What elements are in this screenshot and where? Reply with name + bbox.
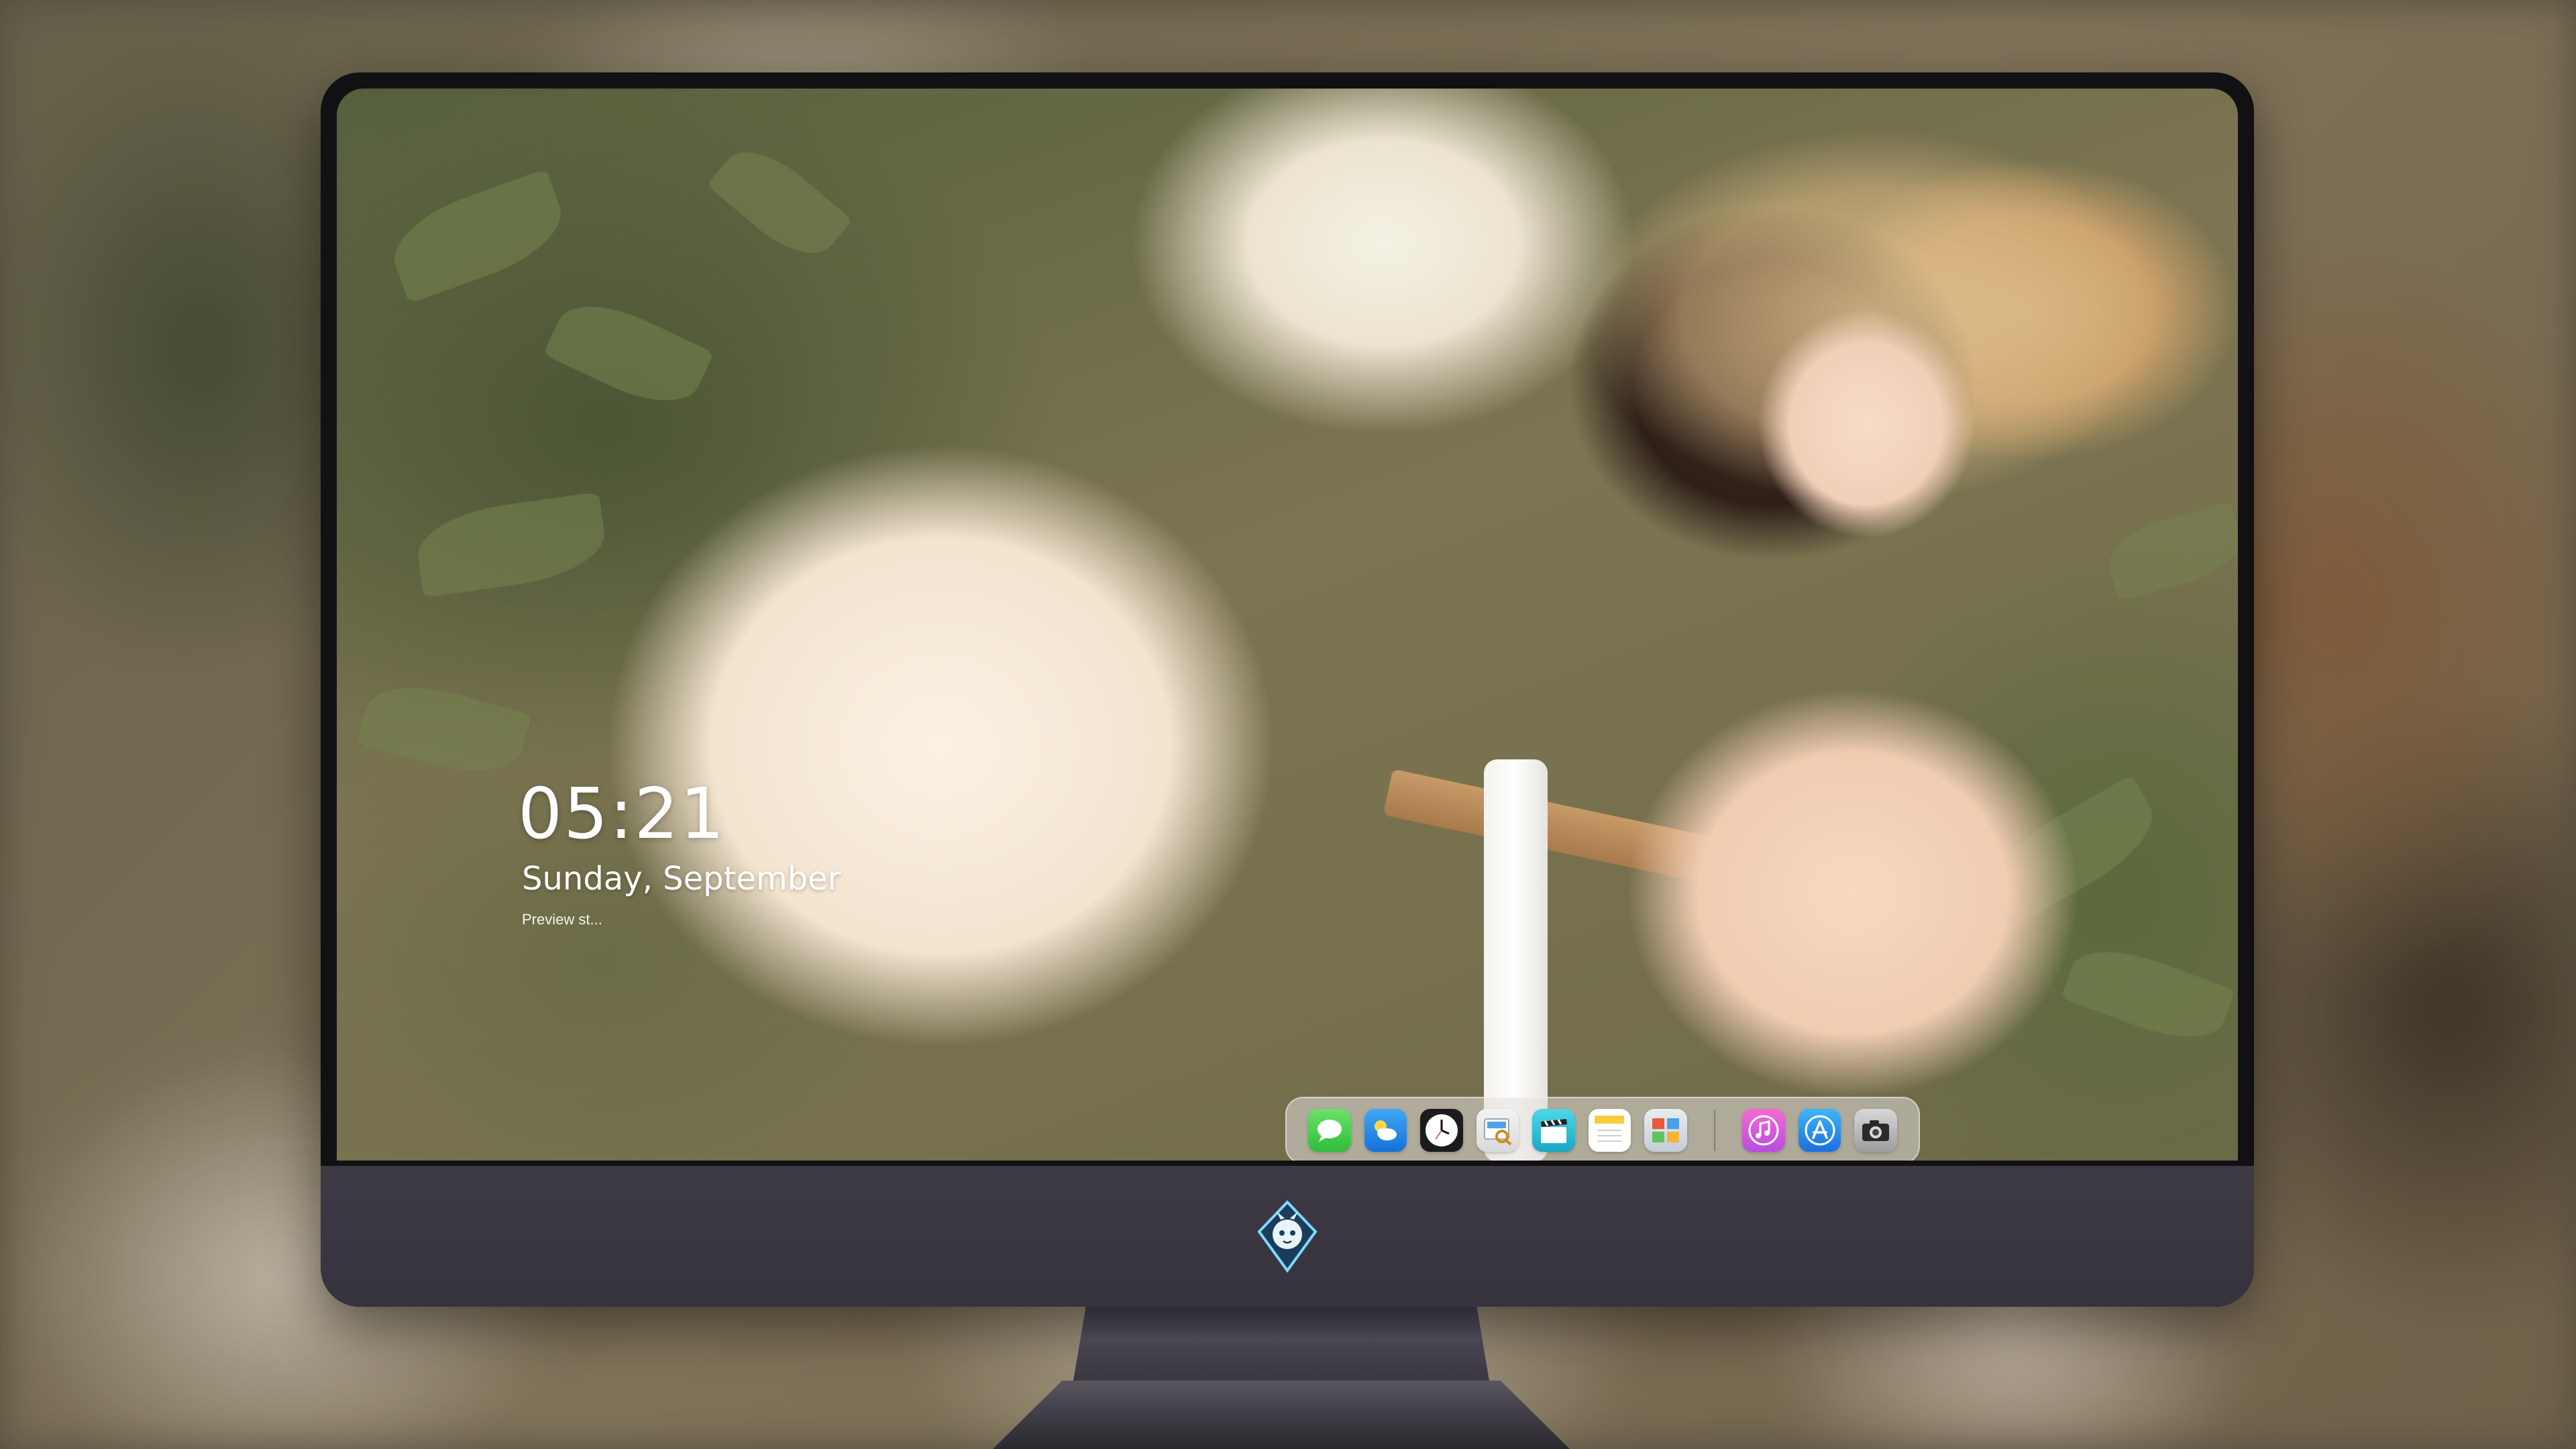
dock-item-clock[interactable]: [1420, 1109, 1463, 1152]
preview-icon: [1484, 1118, 1512, 1146]
lock-screen-date: Sunday, September: [522, 860, 841, 898]
dock-item-preview[interactable]: [1476, 1109, 1519, 1152]
desktop-screen: 05:21 Sunday, September Preview st...: [337, 89, 2238, 1161]
camera-icon: [1862, 1120, 1890, 1141]
weather-icon: [1375, 1120, 1397, 1140]
dock-item-notes[interactable]: [1588, 1109, 1631, 1152]
dock-item-weather[interactable]: [1364, 1109, 1407, 1152]
lock-screen-time: 05:21: [518, 773, 726, 855]
photo-booth-icon: [1652, 1118, 1679, 1142]
app-store-icon: [1805, 1115, 1835, 1146]
clapperboard-icon: [1540, 1119, 1567, 1143]
dock-divider: [1713, 1110, 1716, 1151]
monitor: 05:21 Sunday, September Preview st...: [321, 72, 2254, 1307]
dock-item-photo-booth[interactable]: [1644, 1109, 1687, 1152]
dock-item-camera[interactable]: [1854, 1109, 1897, 1152]
dock: [1285, 1097, 1920, 1161]
dock-item-itunes[interactable]: [1742, 1109, 1785, 1152]
monitor-stand-base: [993, 1381, 1570, 1449]
dock-item-clips[interactable]: [1532, 1109, 1575, 1152]
dock-item-messages[interactable]: [1308, 1109, 1351, 1152]
mascot-logo-icon: [1257, 1200, 1318, 1273]
monitor-stand-neck: [1073, 1307, 1489, 1381]
dock-item-app-store[interactable]: [1798, 1109, 1841, 1152]
clock-icon: [1425, 1114, 1458, 1146]
preview-note: Preview st...: [522, 911, 602, 928]
notes-icon: [1595, 1116, 1625, 1142]
messages-icon: [1317, 1120, 1342, 1142]
itunes-icon: [1748, 1115, 1779, 1146]
